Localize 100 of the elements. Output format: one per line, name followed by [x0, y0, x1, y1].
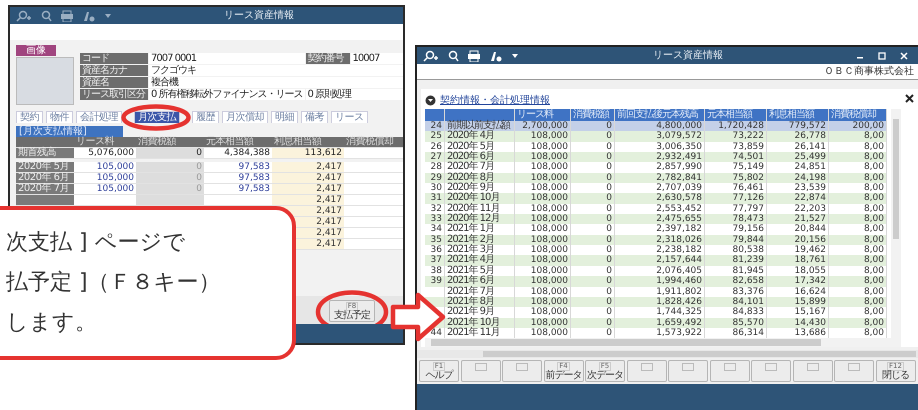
table-cell: 105,000 — [74, 162, 136, 173]
table-cell: 108,000 — [515, 276, 571, 286]
tab[interactable]: 明細 — [271, 111, 298, 123]
horizontal-scrollbar[interactable] — [425, 338, 901, 348]
company-name: ＯＢＣ商事株式会社 — [417, 64, 918, 80]
vertical-scrollbar[interactable] — [891, 109, 901, 338]
table-cell: 8,00 — [829, 214, 887, 224]
maximize-icon[interactable] — [878, 50, 886, 60]
table-cell: 2,417 — [272, 162, 344, 173]
table-cell: 97,583 — [204, 173, 272, 184]
table-cell: 21,527 — [767, 214, 829, 224]
horizontal-scrollbar[interactable] — [417, 350, 918, 358]
table-cell: 0 — [571, 318, 615, 328]
table-cell: 74,501 — [705, 152, 767, 162]
table-cell: 4,800,000 — [615, 121, 705, 132]
field-label: リース取引区分 — [80, 89, 148, 100]
tab[interactable]: 契約 — [16, 111, 43, 123]
field-label: 資産名 — [80, 77, 148, 88]
table-cell: 779,572 — [767, 121, 829, 132]
table-cell: 26,778 — [767, 131, 829, 142]
row-label: 2020年 6月 — [16, 173, 74, 184]
pen-icon[interactable] — [489, 50, 502, 62]
row-label[interactable]: 2021年 8月 — [445, 296, 515, 308]
row-label[interactable]: 前期以前支払額 — [445, 121, 515, 132]
tab[interactable]: 会計処理 — [76, 111, 122, 123]
table-cell: 0 — [136, 148, 204, 159]
table-cell: 108,000 — [515, 234, 571, 246]
tab[interactable]: 履歴 — [192, 111, 219, 123]
table-cell: 108,000 — [515, 318, 571, 328]
row-label[interactable]: 2020年 12月 — [445, 214, 515, 224]
column-header: 利息相当額 — [767, 109, 829, 121]
tab[interactable]: 月次償却 — [222, 111, 268, 123]
table-cell: 2,417 — [272, 173, 344, 184]
section-link[interactable]: 契約情報・会計処理情報 — [440, 93, 550, 107]
table-cell: 73,222 — [705, 131, 767, 142]
tab[interactable]: リース — [331, 111, 368, 123]
table-cell: 25,499 — [767, 152, 829, 162]
column-header: 前回支払後元本残高 — [615, 109, 705, 121]
table-cell: 0 — [571, 131, 615, 142]
row-label[interactable]: 2021年 6月 — [445, 276, 515, 286]
table-cell: 14,430 — [767, 318, 829, 328]
pen-icon[interactable] — [82, 10, 95, 22]
row-label[interactable]: 2020年 4月 — [445, 131, 515, 142]
field-value: 0 原則処理 — [306, 89, 403, 100]
table-cell: 108,000 — [515, 193, 571, 204]
table-cell: 108,000 — [515, 255, 571, 266]
row-number: 24 — [425, 121, 445, 132]
row-label[interactable]: 2020年 10月 — [445, 193, 515, 204]
table-cell: 0 — [136, 162, 204, 173]
table-cell: 200,00 — [829, 121, 887, 132]
table-cell: 78,473 — [705, 214, 767, 224]
table-cell: 8,00 — [829, 296, 887, 308]
table-cell: 79,844 — [705, 234, 767, 246]
tab[interactable]: 物件 — [46, 111, 73, 123]
table-cell: 97,583 — [204, 184, 272, 195]
table-cell: 75,802 — [705, 172, 767, 184]
row-label[interactable]: 2021年 4月 — [445, 255, 515, 266]
table-cell: 1,720,428 — [705, 121, 767, 132]
table-cell: 105,000 — [74, 173, 136, 184]
table-cell: 108,000 — [515, 152, 571, 162]
row-label[interactable]: 2021年 10月 — [445, 318, 515, 328]
table-cell: 2,782,841 — [615, 172, 705, 184]
search-icon[interactable] — [40, 10, 52, 22]
field-value: 0 所有権移転外ファイナンス・リース — [149, 89, 305, 100]
column-header: 利息相当額 — [272, 137, 344, 148]
table-cell: 108,000 — [515, 296, 571, 308]
corner-cell — [16, 137, 74, 148]
field-value: 7007 0001 — [149, 53, 305, 64]
table-cell: 0 — [136, 184, 204, 195]
row-label: 2020年 5月 — [16, 162, 74, 173]
collapse-icon[interactable] — [425, 94, 436, 106]
row-number: 29 — [425, 172, 445, 184]
corner-cell — [425, 109, 445, 121]
search-icon[interactable] — [447, 50, 459, 62]
close-icon[interactable] — [905, 94, 914, 103]
image-tag: 画像 — [16, 45, 56, 56]
zoom-in-icon[interactable] — [423, 50, 439, 62]
table-cell: 2,318,026 — [615, 234, 705, 246]
window-title: リース資産情報 — [223, 8, 295, 23]
printer-icon[interactable] — [60, 10, 74, 22]
printer-icon[interactable] — [467, 50, 481, 62]
zoom-in-icon[interactable] — [16, 10, 32, 22]
table-cell: 1,994,460 — [615, 276, 705, 286]
table-cell: 1,828,426 — [615, 296, 705, 308]
table-cell: 8,00 — [829, 255, 887, 266]
table-cell: 18,761 — [767, 255, 829, 266]
row-header — [16, 195, 74, 206]
column-header: 元本相当額 — [204, 137, 272, 148]
row-label[interactable]: 2021年 2月 — [445, 234, 515, 246]
column-header: 消費税償却 — [344, 137, 403, 148]
table-cell: 0 — [571, 152, 615, 162]
table-cell: 2,932,491 — [615, 152, 705, 162]
table-cell: 22,874 — [767, 193, 829, 204]
table-cell: 8,00 — [829, 172, 887, 184]
row-label[interactable]: 2020年 6月 — [445, 152, 515, 162]
tab[interactable]: 月次支払 — [134, 111, 180, 123]
row-label[interactable]: 2020年 8月 — [445, 172, 515, 184]
table-cell: 15,899 — [767, 296, 829, 308]
table-cell: 82,658 — [705, 276, 767, 286]
tab[interactable]: 備考 — [301, 111, 328, 123]
